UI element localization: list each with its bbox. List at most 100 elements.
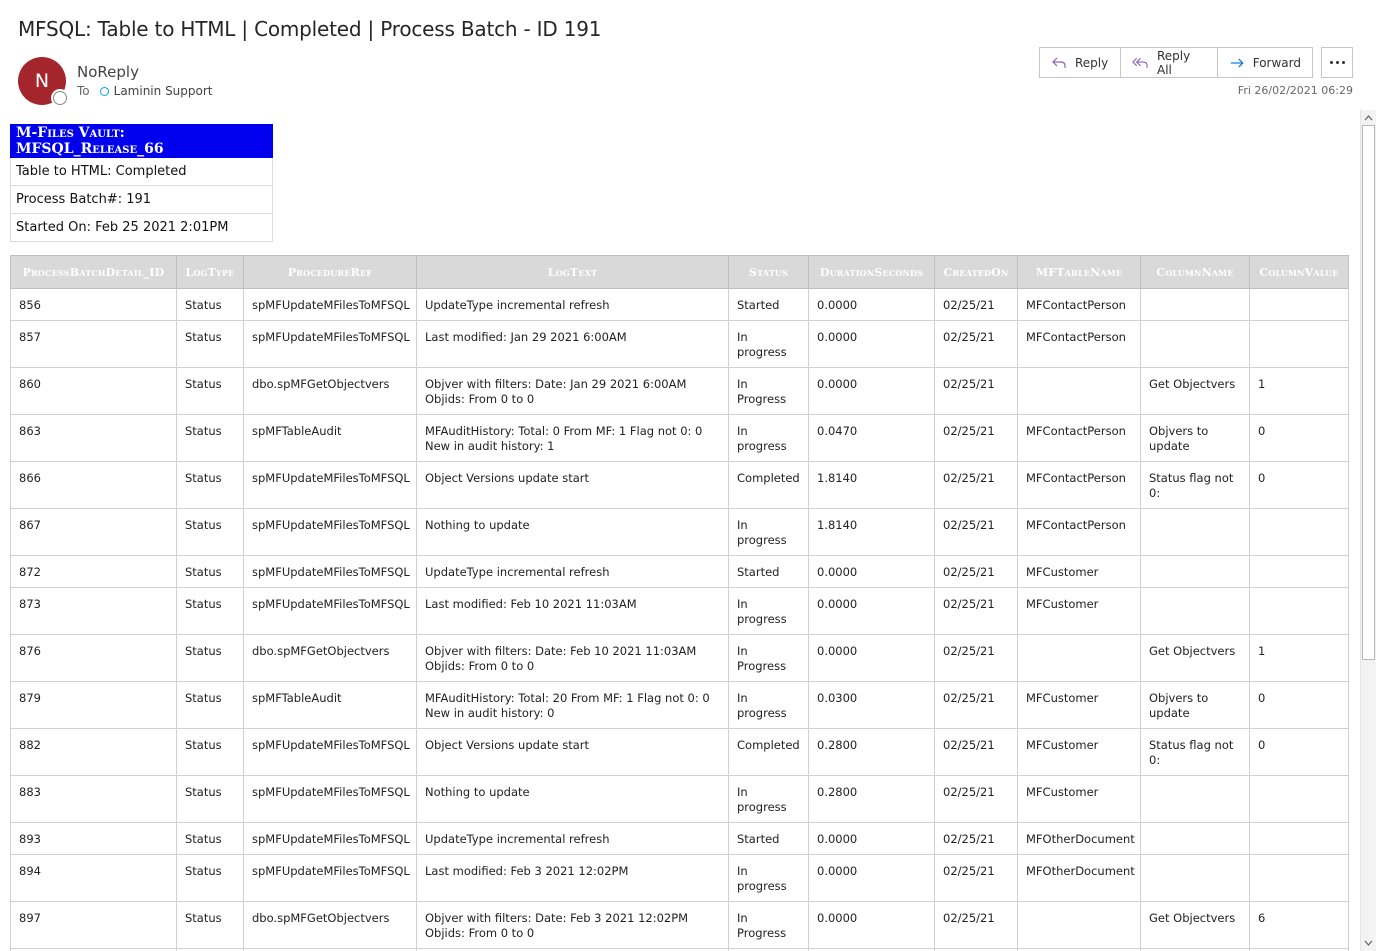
table-cell: Objver with filters: Date: Feb 10 2021 1… [416, 634, 729, 682]
reply-all-button[interactable]: Reply All [1121, 48, 1218, 77]
table-cell: Status flag not 0: [1140, 728, 1250, 776]
table-cell: Status [176, 414, 244, 462]
table-header-row: ProcessBatchDetail_ID LogType ProcedureRef… [10, 255, 1349, 289]
reply-button[interactable]: Reply [1040, 48, 1121, 77]
table-cell [1249, 288, 1349, 321]
table-cell: 0.0000 [808, 587, 935, 635]
table-cell: Status [176, 587, 244, 635]
table-cell: spMFUpdateMFilesToMFSQL [243, 822, 417, 855]
table-cell: spMFUpdateMFilesToMFSQL [243, 854, 417, 902]
table-cell: 02/25/21 [934, 634, 1018, 682]
table-cell: Nothing to update [416, 775, 729, 823]
table-cell: Nothing to update [416, 508, 729, 556]
table-cell: 0.2800 [808, 728, 935, 776]
table-cell: Status [176, 775, 244, 823]
scrollbar-thumb[interactable] [1362, 125, 1375, 660]
table-cell [1249, 775, 1349, 823]
message-body: M-Files Vault: MFSQL_Release_66 Table to… [0, 110, 1358, 951]
sent-date: Fri 26/02/2021 06:29 [1237, 84, 1353, 97]
table-cell: Object Versions update start [416, 728, 729, 776]
table-cell: In progress [728, 508, 809, 556]
table-row: 856 Status spMFUpdateMFilesToMFSQL UpdateTy… [10, 288, 1349, 321]
reply-all-icon [1132, 57, 1148, 68]
table-cell [1249, 508, 1349, 556]
table-cell: 02/25/21 [934, 414, 1018, 462]
recipient-line: To Laminin Support [77, 84, 213, 98]
avatar-initial: N [34, 70, 50, 92]
table-cell: MFOtherDocument [1017, 822, 1141, 855]
table-cell [1249, 555, 1349, 588]
more-icon [1329, 61, 1333, 64]
table-row: 882 Status spMFUpdateMFilesToMFSQL Object V… [10, 728, 1349, 776]
table-row: 876 Status dbo.spMFGetObjectvers Objver wit… [10, 634, 1349, 682]
table-cell: 1.8140 [808, 461, 935, 509]
table-cell: 02/25/21 [934, 320, 1018, 368]
table-row: 872 Status spMFUpdateMFilesToMFSQL UpdateTy… [10, 555, 1349, 588]
table-cell: spMFUpdateMFilesToMFSQL [243, 775, 417, 823]
recipient-presence-icon [99, 86, 109, 96]
table-cell: Get Objectvers [1140, 367, 1250, 415]
table-cell: MFContactPerson [1017, 461, 1141, 509]
table-cell [1140, 775, 1250, 823]
table-cell: MFAuditHistory: Total: 0 From MF: 1 Flag… [416, 414, 729, 462]
table-cell [1249, 822, 1349, 855]
table-cell: Last modified: Feb 10 2021 11:03AM [416, 587, 729, 635]
sender-name[interactable]: NoReply [77, 63, 139, 81]
table-row: 863 Status spMFTableAudit MFAuditHistory: T… [10, 414, 1349, 462]
table-cell: 0.0000 [808, 854, 935, 902]
reply-label: Reply [1075, 55, 1109, 70]
table-cell: Status [176, 822, 244, 855]
table-cell: 857 [10, 320, 177, 368]
table-cell: 894 [10, 854, 177, 902]
table-cell: 0.0000 [808, 288, 935, 321]
table-row: 866 Status spMFUpdateMFilesToMFSQL Object V… [10, 461, 1349, 509]
column-header: ColumnName [1140, 255, 1250, 289]
table-cell: 876 [10, 634, 177, 682]
table-cell: MFCustomer [1017, 775, 1141, 823]
table-cell: 02/25/21 [934, 587, 1018, 635]
vault-title: M-Files Vault: MFSQL_Release_66 [10, 124, 273, 158]
column-header: ColumnValue [1249, 255, 1349, 289]
table-cell: 866 [10, 461, 177, 509]
table-cell: MFAuditHistory: Total: 20 From MF: 1 Fla… [416, 681, 729, 729]
column-header: LogType [176, 255, 244, 289]
table-cell: spMFUpdateMFilesToMFSQL [243, 555, 417, 588]
batch-summary-table: M-Files Vault: MFSQL_Release_66 Table to… [10, 124, 273, 242]
scroll-up-arrow-icon[interactable] [1361, 112, 1376, 124]
table-cell: spMFUpdateMFilesToMFSQL [243, 320, 417, 368]
table-cell: 6 [1249, 901, 1349, 949]
table-cell: Completed [728, 728, 809, 776]
table-cell: spMFUpdateMFilesToMFSQL [243, 728, 417, 776]
table-cell: Status [176, 634, 244, 682]
table-cell: Status [176, 854, 244, 902]
table-cell: 893 [10, 822, 177, 855]
message-actions: Reply Reply All Forward [1039, 47, 1313, 78]
recipient-name[interactable]: Laminin Support [114, 84, 213, 98]
column-header: CreatedOn [934, 255, 1018, 289]
table-cell: 0.0000 [808, 901, 935, 949]
table-cell: 873 [10, 587, 177, 635]
table-cell: 0 [1249, 681, 1349, 729]
table-cell: spMFTableAudit [243, 414, 417, 462]
table-cell: 0.2800 [808, 775, 935, 823]
table-cell: 02/25/21 [934, 901, 1018, 949]
to-label: To [77, 84, 90, 98]
table-cell: In progress [728, 414, 809, 462]
table-cell: 882 [10, 728, 177, 776]
table-cell: Started [728, 288, 809, 321]
scroll-down-arrow-icon[interactable] [1361, 937, 1376, 949]
table-cell [1017, 367, 1141, 415]
column-header: DurationSeconds [808, 255, 935, 289]
table-cell: 02/25/21 [934, 288, 1018, 321]
reply-all-label: Reply All [1156, 48, 1191, 77]
table-cell: dbo.spMFGetObjectvers [243, 634, 417, 682]
table-cell: Last modified: Feb 3 2021 12:02PM [416, 854, 729, 902]
vertical-scrollbar[interactable] [1360, 110, 1376, 951]
table-cell: Status [176, 288, 244, 321]
forward-button[interactable]: Forward [1218, 48, 1312, 77]
table-cell: 879 [10, 681, 177, 729]
table-cell: Status [176, 461, 244, 509]
more-actions-button[interactable] [1321, 47, 1353, 78]
table-cell [1140, 508, 1250, 556]
table-cell: MFContactPerson [1017, 414, 1141, 462]
